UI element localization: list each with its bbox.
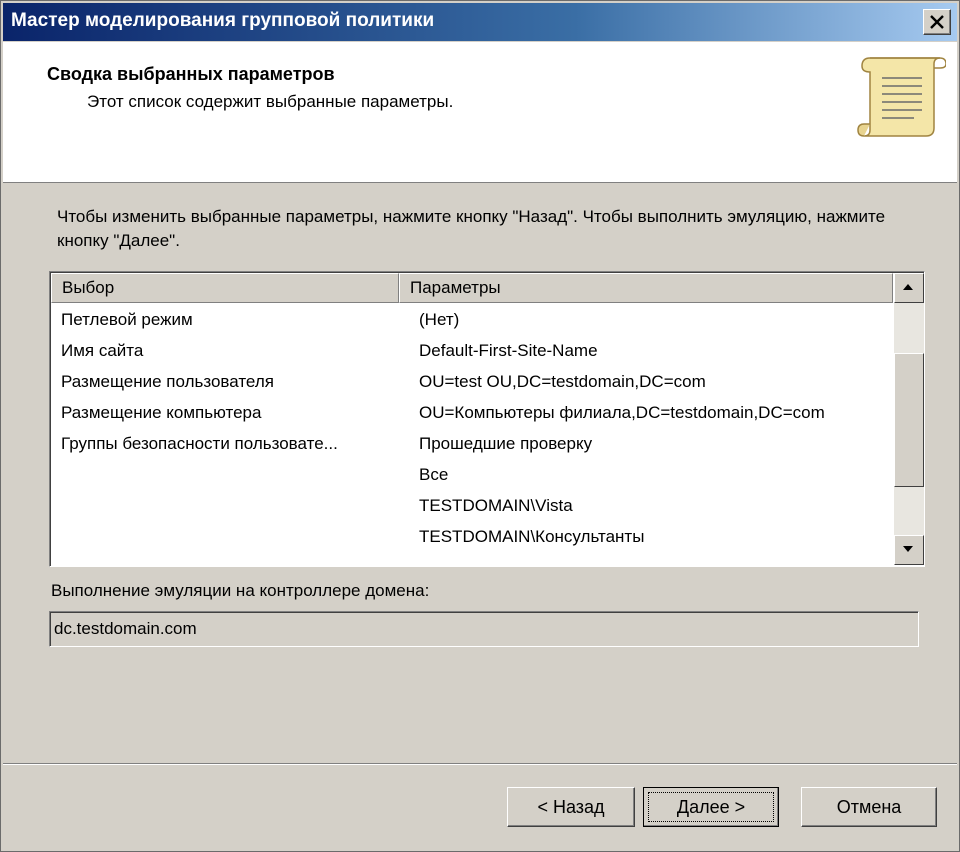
row-choice: Размещение пользователя bbox=[61, 372, 274, 391]
wizard-window: Мастер моделирования групповой политики … bbox=[0, 0, 960, 852]
row-choice bbox=[51, 490, 399, 521]
arrow-up-icon bbox=[903, 284, 913, 290]
dc-field: dc.testdomain.com bbox=[49, 611, 919, 647]
row-value: OU=test OU,DC=testdomain,DC=com bbox=[419, 372, 706, 391]
row-choice: Имя сайта bbox=[61, 341, 144, 360]
list-row[interactable]: TESTDOMAIN\Консультанты bbox=[51, 521, 893, 552]
window-title: Мастер моделирования групповой политики bbox=[11, 10, 435, 31]
scroll-icon bbox=[857, 57, 946, 137]
list-body: Петлевой режим (Нет) Имя сайта Default-F… bbox=[51, 304, 893, 552]
title-bar: Мастер моделирования групповой политики bbox=[3, 3, 957, 41]
back-button[interactable]: < Назад bbox=[507, 787, 635, 827]
column-header-parameters[interactable]: Параметры bbox=[399, 273, 893, 303]
row-value: Прошедшие проверку bbox=[419, 434, 593, 453]
scroll-thumb[interactable] bbox=[894, 353, 924, 487]
next-button[interactable]: Далее > bbox=[643, 787, 779, 827]
row-value: (Нет) bbox=[419, 310, 460, 329]
list-header: Выбор Параметры bbox=[51, 273, 893, 303]
row-choice: Петлевой режим bbox=[61, 310, 193, 329]
wizard-header: Сводка выбранных параметров Этот список … bbox=[3, 42, 957, 183]
row-value: OU=Компьютеры филиала,DC=testdomain,DC=c… bbox=[419, 403, 825, 422]
row-choice: Группы безопасности пользовате... bbox=[61, 434, 338, 453]
list-row[interactable]: TESTDOMAIN\Vista bbox=[51, 490, 893, 521]
list-row[interactable]: Все bbox=[51, 459, 893, 490]
scroll-down-button[interactable] bbox=[894, 535, 924, 565]
cancel-button[interactable]: Отмена bbox=[801, 787, 937, 827]
close-button[interactable] bbox=[923, 9, 951, 35]
row-choice bbox=[51, 459, 399, 490]
page-subtitle: Этот список содержит выбранные параметры… bbox=[87, 92, 454, 111]
list-row[interactable]: Имя сайта Default-First-Site-Name bbox=[51, 335, 893, 366]
instruction-text: Чтобы изменить выбранные параметры, нажм… bbox=[57, 207, 886, 250]
dc-label: Выполнение эмуляции на контроллере домен… bbox=[51, 581, 430, 600]
list-row[interactable]: Размещение компьютера OU=Компьютеры фили… bbox=[51, 397, 893, 428]
column-header-choice[interactable]: Выбор bbox=[51, 273, 399, 303]
scroll-up-button[interactable] bbox=[894, 273, 924, 303]
list-row[interactable]: Группы безопасности пользовате... Прошед… bbox=[51, 428, 893, 459]
arrow-down-icon bbox=[903, 546, 913, 552]
page-title: Сводка выбранных параметров bbox=[47, 64, 335, 84]
focus-rect bbox=[648, 792, 774, 822]
row-value: Все bbox=[419, 465, 449, 484]
close-icon bbox=[930, 15, 944, 29]
settings-list[interactable]: Выбор Параметры Петлевой режим (Нет) Имя… bbox=[49, 271, 925, 567]
row-choice bbox=[51, 521, 399, 552]
row-value: TESTDOMAIN\Vista bbox=[419, 496, 573, 515]
row-choice: Размещение компьютера bbox=[61, 403, 262, 422]
list-scrollbar[interactable] bbox=[894, 273, 924, 565]
list-row[interactable]: Размещение пользователя OU=test OU,DC=te… bbox=[51, 366, 893, 397]
row-value: TESTDOMAIN\Консультанты bbox=[419, 527, 645, 546]
row-value: Default-First-Site-Name bbox=[419, 341, 598, 360]
list-row[interactable]: Петлевой режим (Нет) bbox=[51, 304, 893, 335]
separator bbox=[3, 763, 957, 765]
